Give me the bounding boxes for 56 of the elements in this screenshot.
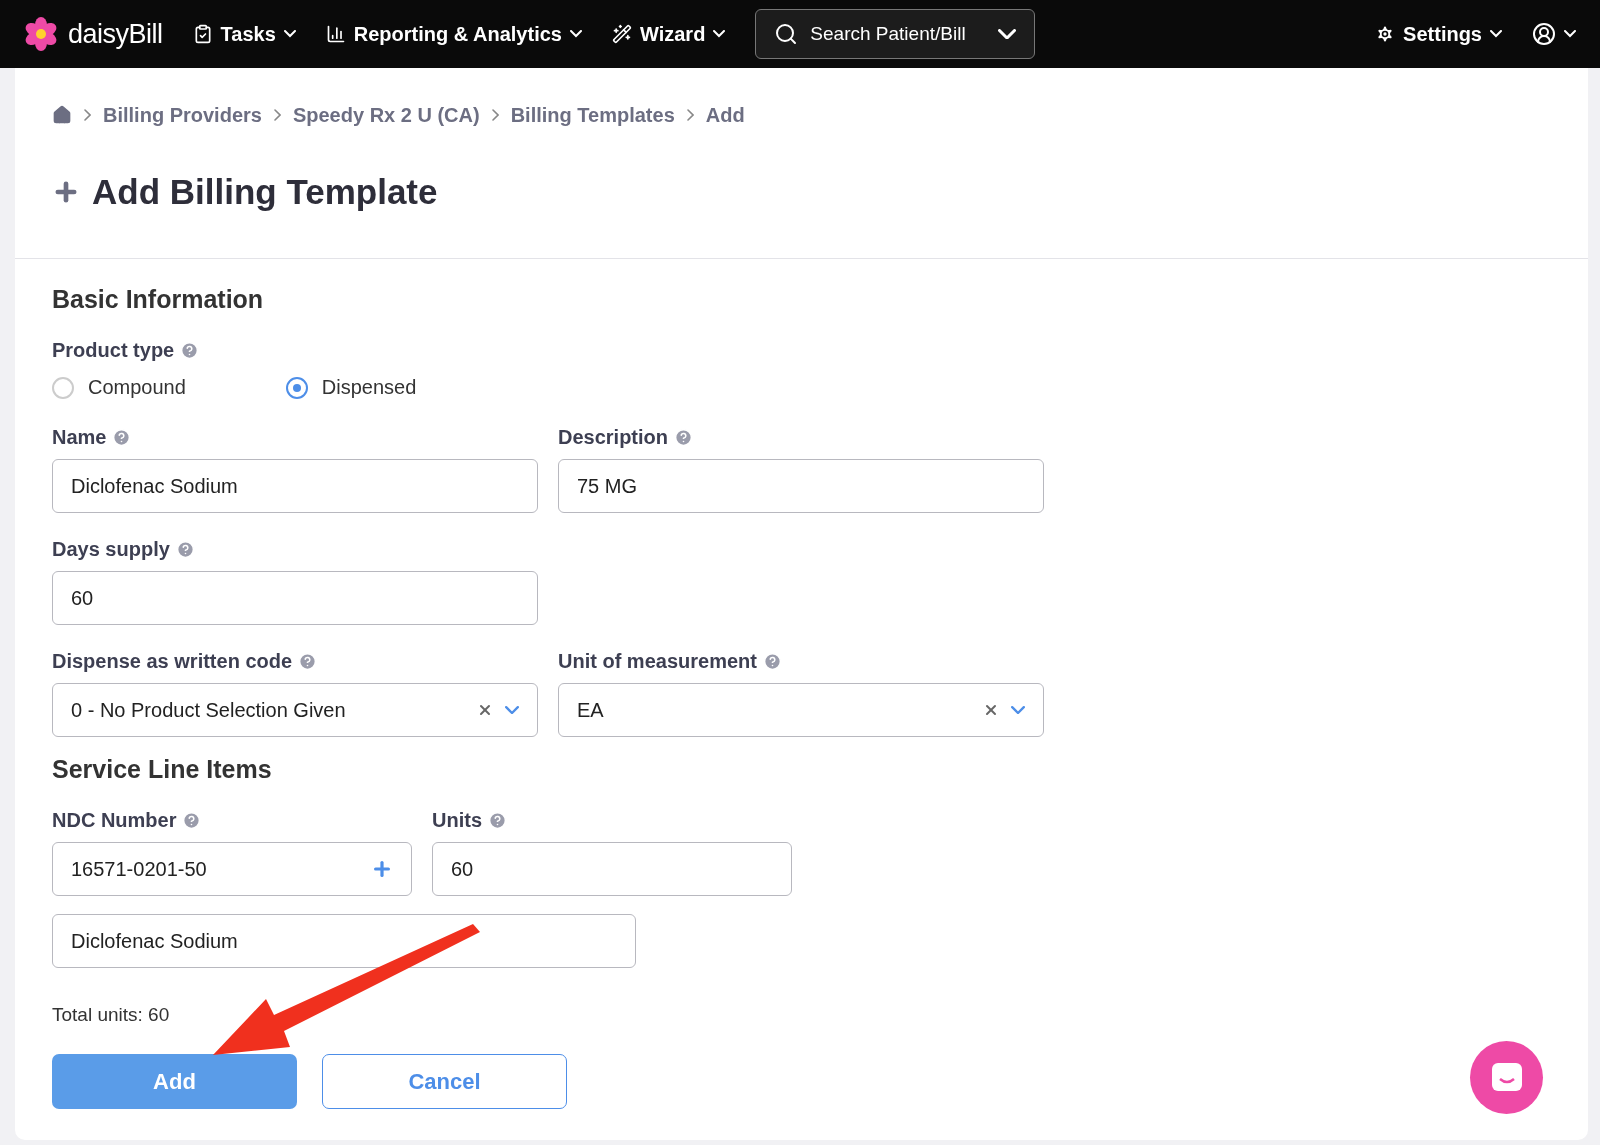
chevron-right-icon (84, 109, 91, 121)
page-title: Add Billing Template (92, 172, 438, 212)
search-field[interactable]: Search Patient/Bill (755, 9, 1036, 59)
bar-chart-icon (325, 24, 346, 44)
nav-menu[interactable]: Reporting & Analytics (325, 22, 582, 46)
help-icon[interactable] (298, 651, 318, 671)
breadcrumb-link[interactable]: Billing Providers (103, 103, 262, 127)
breadcrumb-link[interactable]: Billing Templates (510, 103, 675, 127)
field-label: Dispense as written code (52, 649, 293, 673)
flower-logo-icon[interactable] (24, 17, 58, 51)
plus-icon[interactable] (371, 858, 393, 880)
radio-icon[interactable] (285, 376, 308, 399)
home-icon[interactable] (52, 105, 72, 125)
breadcrumb-link[interactable]: Speedy Rx 2 U (CA) (292, 103, 480, 127)
input-field[interactable]: EA (558, 683, 1044, 737)
settings-menu[interactable]: Settings (1375, 22, 1502, 46)
section-heading: Service Line Items (52, 755, 273, 784)
field-label: Units (432, 808, 482, 832)
field-label: Days supply (52, 537, 170, 561)
help-icon[interactable] (180, 340, 200, 360)
chevron-right-icon (273, 109, 281, 121)
nav-menu[interactable]: Tasks (192, 22, 296, 46)
help-icon[interactable] (112, 427, 132, 447)
section-heading: Basic Information (52, 285, 265, 314)
help-icon[interactable] (488, 810, 507, 830)
total-units-text: Total units: 60 (52, 1004, 171, 1026)
input-field[interactable]: 75 MG (558, 459, 1044, 513)
wand-icon (611, 24, 632, 44)
help-icon[interactable] (175, 539, 195, 559)
breadcrumb-current: Add (705, 103, 745, 127)
nav-menu[interactable]: Wizard (611, 22, 726, 46)
radio-option[interactable]: Compound (52, 376, 186, 399)
input-field[interactable]: 60 (52, 571, 538, 625)
chevron-right-icon (686, 109, 694, 121)
help-icon[interactable] (762, 651, 782, 671)
field-label: Product type (52, 338, 175, 362)
clear-icon[interactable] (983, 702, 999, 718)
input-field[interactable]: Diclofenac Sodium (52, 914, 636, 968)
field-label: Unit of measurement (558, 649, 757, 673)
help-icon[interactable] (182, 810, 202, 830)
user-icon (1532, 22, 1556, 46)
input-field[interactable]: 60 (432, 842, 792, 896)
field-label: Name (52, 425, 107, 449)
search-icon (774, 22, 799, 46)
input-field[interactable]: 0 - No Product Selection Given (52, 683, 538, 737)
field-label: Description (558, 425, 669, 449)
radio-icon[interactable] (52, 376, 74, 399)
chevron-right-icon (491, 109, 499, 121)
input-field[interactable]: Diclofenac Sodium (52, 459, 538, 513)
clear-icon[interactable] (477, 702, 493, 718)
account-menu[interactable] (1532, 22, 1576, 46)
field-label: NDC Number (52, 808, 177, 832)
help-icon[interactable] (674, 427, 694, 447)
brand-name[interactable]: daisyBill (68, 18, 163, 50)
input-field[interactable]: 16571-0201-50 (52, 842, 412, 896)
radio-option[interactable]: Dispensed (285, 376, 417, 399)
